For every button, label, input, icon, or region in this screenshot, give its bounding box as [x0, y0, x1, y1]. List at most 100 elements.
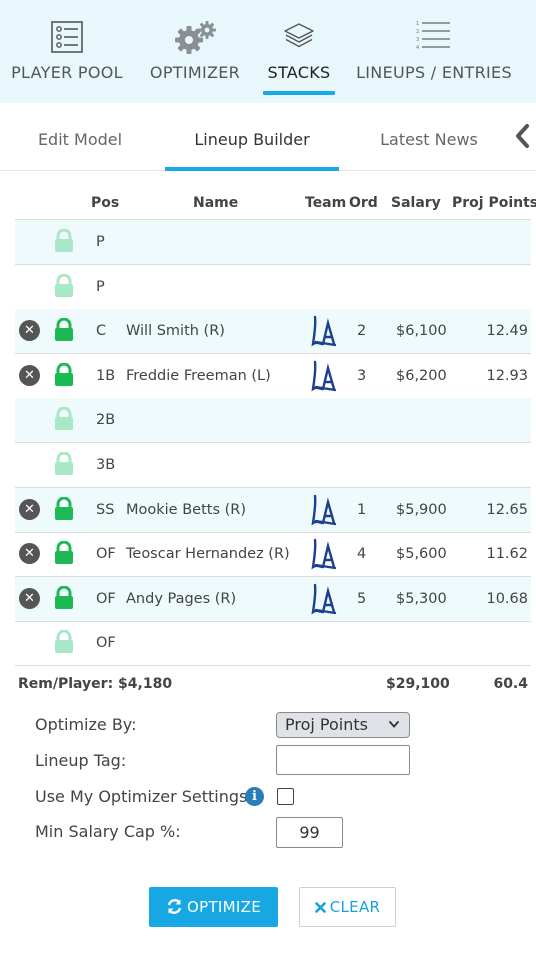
- cell-pos: C: [96, 323, 107, 340]
- optimize-button-label: OPTIMIZE: [187, 898, 261, 916]
- sub-tabs: Edit Model Lineup Builder Latest News: [0, 104, 536, 171]
- svg-text:1: 1: [416, 21, 419, 27]
- lock-icon[interactable]: [53, 362, 75, 391]
- optimize-by-label: Optimize By:: [35, 715, 137, 734]
- nav-label-optimizer: OPTIMIZER: [149, 63, 241, 82]
- cell-salary: $5,900: [396, 501, 447, 518]
- table-row: ✕ SS Mookie Betts (R) 1 $5,900 12.65: [15, 487, 531, 533]
- cell-ord: 1: [357, 501, 367, 518]
- table-row: P: [15, 220, 531, 265]
- roster-list-icon: [50, 20, 84, 58]
- tab-lineup-builder[interactable]: Lineup Builder: [165, 104, 339, 170]
- table-row: ✕ OF Andy Pages (R) 5 $5,300 10.68: [15, 576, 531, 622]
- dodgers-logo-icon: [311, 360, 337, 396]
- cell-pos: P: [96, 278, 105, 295]
- cell-salary: $6,100: [396, 323, 447, 340]
- cell-pos: 1B: [96, 367, 116, 384]
- cell-proj-points: 12.49: [486, 323, 528, 340]
- header-name[interactable]: Name: [193, 195, 238, 211]
- lock-icon[interactable]: [53, 496, 75, 525]
- table-row: P: [15, 265, 531, 310]
- cell-player-name[interactable]: Mookie Betts (R): [126, 502, 246, 518]
- min-salary-cap-input[interactable]: 99: [276, 817, 343, 848]
- cell-player-name[interactable]: Andy Pages (R): [126, 591, 236, 607]
- remove-player-icon[interactable]: ✕: [19, 543, 40, 565]
- nav-item-optimizer[interactable]: OPTIMIZER: [134, 0, 256, 103]
- use-optimizer-settings-label: Use My Optimizer Settings: [35, 787, 248, 806]
- table-row: ✕ OF Teoscar Hernandez (R) 4 $5,600 11.62: [15, 532, 531, 578]
- remove-player-icon[interactable]: ✕: [19, 320, 40, 342]
- remove-player-icon[interactable]: ✕: [19, 364, 40, 386]
- lock-icon[interactable]: [53, 317, 75, 346]
- table-row: OF: [15, 621, 531, 667]
- cell-player-name[interactable]: Teoscar Hernandez (R): [126, 546, 290, 562]
- nav-label-stacks: STACKS: [267, 63, 331, 82]
- lock-icon[interactable]: [53, 629, 75, 658]
- table-row: ✕ C Will Smith (R) 2 $6,100 12.49: [15, 309, 531, 355]
- dodgers-logo-icon: [311, 494, 337, 530]
- cell-pos: OF: [96, 590, 116, 607]
- header-salary[interactable]: Salary: [391, 195, 441, 211]
- total-proj-points: 60.4: [493, 676, 528, 692]
- chevron-left-icon[interactable]: [512, 122, 532, 150]
- cell-player-name[interactable]: Will Smith (R): [126, 323, 225, 339]
- active-nav-indicator: [263, 91, 335, 95]
- top-navigation: PLAYER POOL OPTIMIZER STACKS 1 2 3 4 LIN…: [0, 0, 536, 103]
- header-pos[interactable]: Pos: [91, 195, 119, 211]
- svg-text:3: 3: [416, 37, 419, 43]
- lock-icon[interactable]: [53, 406, 75, 435]
- remove-player-icon[interactable]: ✕: [19, 498, 40, 520]
- dodgers-logo-icon: [311, 538, 337, 574]
- nav-label-player-pool: PLAYER POOL: [11, 63, 123, 82]
- use-optimizer-settings-checkbox[interactable]: [277, 788, 294, 805]
- lineup-tag-label: Lineup Tag:: [35, 751, 127, 770]
- optimize-by-select[interactable]: Proj Points: [276, 712, 410, 738]
- cell-salary: $5,300: [396, 590, 447, 607]
- info-icon[interactable]: i: [245, 787, 264, 806]
- layers-icon: [282, 20, 316, 56]
- cell-proj-points: 10.68: [486, 590, 528, 607]
- clear-button-label: CLEAR: [329, 898, 381, 916]
- nav-label-lineups-entries: LINEUPS / ENTRIES: [356, 63, 512, 82]
- cell-pos: OF: [96, 635, 116, 652]
- lineup-table-header: Pos Name Team Ord Salary Proj Points: [15, 170, 536, 220]
- nav-item-lineups-entries[interactable]: 1 2 3 4 LINEUPS / ENTRIES: [345, 0, 523, 103]
- cell-pos: P: [96, 234, 105, 250]
- chevron-down-icon: [388, 713, 400, 745]
- nav-item-stacks[interactable]: STACKS: [256, 0, 342, 103]
- cell-pos: 2B: [96, 412, 116, 429]
- numbered-list-icon: 1 2 3 4: [416, 20, 452, 54]
- close-icon: [314, 889, 326, 927]
- nav-item-player-pool[interactable]: PLAYER POOL: [0, 0, 134, 103]
- gears-icon: [173, 20, 217, 60]
- cell-ord: 3: [357, 367, 367, 384]
- cell-ord: 2: [357, 323, 367, 340]
- lock-icon[interactable]: [53, 228, 75, 257]
- header-team[interactable]: Team: [305, 195, 346, 211]
- refresh-icon: [166, 890, 183, 930]
- remaining-per-player: Rem/Player: $4,180: [18, 676, 173, 692]
- lineup-totals: Rem/Player: $4,180 $29,100 60.4: [15, 666, 531, 702]
- lock-icon[interactable]: [53, 273, 75, 302]
- cell-salary: $6,200: [396, 367, 447, 384]
- cell-salary: $5,600: [396, 546, 447, 563]
- cell-ord: 5: [357, 590, 367, 607]
- optimize-button[interactable]: OPTIMIZE: [149, 887, 278, 927]
- svg-text:2: 2: [416, 29, 419, 35]
- clear-button[interactable]: CLEAR: [299, 887, 396, 927]
- lineup-tag-input[interactable]: [276, 745, 410, 775]
- optimize-by-value: Proj Points: [285, 715, 368, 734]
- svg-text:4: 4: [416, 45, 419, 50]
- lock-icon[interactable]: [53, 540, 75, 569]
- cell-player-name[interactable]: Freddie Freeman (L): [126, 368, 271, 384]
- dodgers-logo-icon: [311, 583, 337, 619]
- tab-edit-model[interactable]: Edit Model: [0, 104, 160, 170]
- cell-ord: 4: [357, 546, 367, 563]
- remove-player-icon[interactable]: ✕: [19, 587, 40, 609]
- header-proj-points[interactable]: Proj Points: [452, 195, 536, 211]
- tab-latest-news[interactable]: Latest News: [355, 104, 503, 170]
- cell-proj-points: 11.62: [486, 546, 528, 563]
- header-ord[interactable]: Ord: [349, 195, 378, 211]
- lock-icon[interactable]: [53, 585, 75, 614]
- lock-icon[interactable]: [53, 451, 75, 480]
